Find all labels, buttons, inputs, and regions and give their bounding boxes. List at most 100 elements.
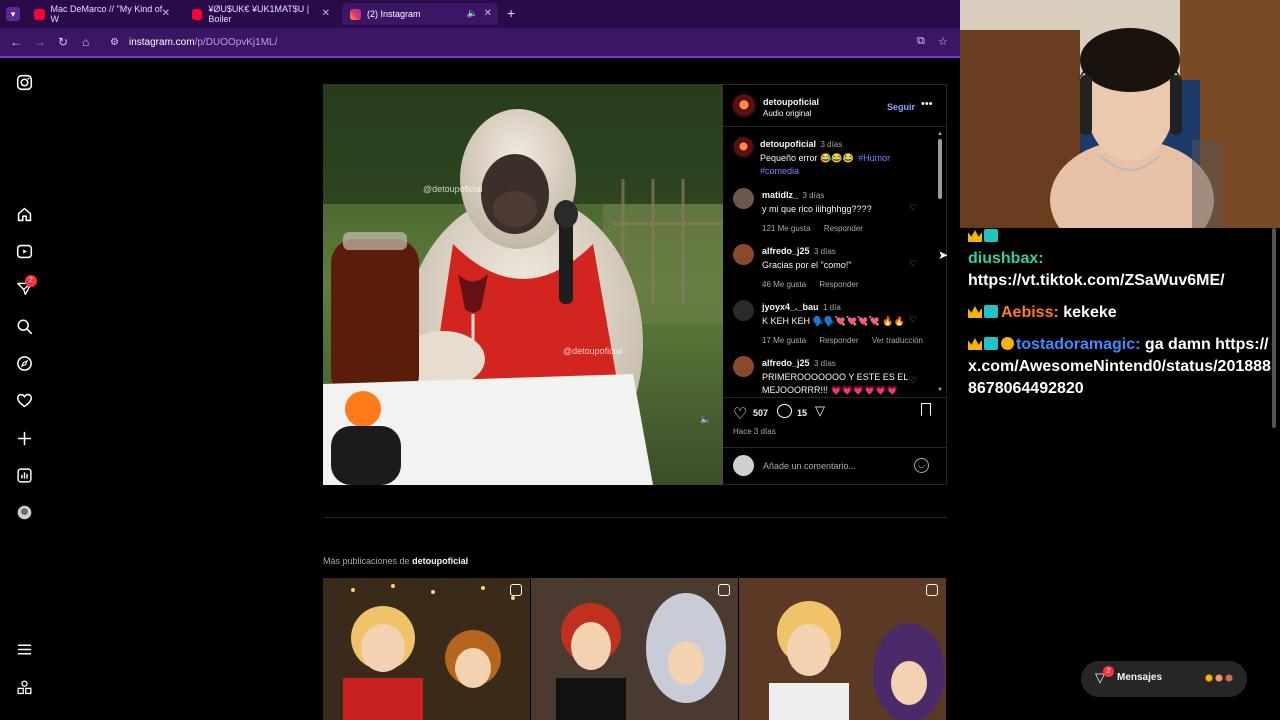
scrollbar-thumb[interactable]: [938, 139, 942, 199]
also-from-meta-icon[interactable]: [14, 677, 34, 697]
create-plus-icon[interactable]: [14, 428, 34, 448]
profile-avatar[interactable]: [14, 502, 34, 522]
browser-tab-3[interactable]: (2) Instagram 🔈 ✕: [342, 3, 498, 25]
like-comment-heart-icon[interactable]: ♡: [909, 314, 917, 325]
caption-username[interactable]: detoupoficial: [760, 139, 816, 149]
bookmark-star-icon[interactable]: ☆: [938, 35, 948, 48]
forward-arrow-icon[interactable]: →: [34, 35, 46, 49]
watermark: @detoupoficial: [423, 184, 483, 194]
watermark: @detoupoficial: [563, 346, 623, 356]
instagram-logo-icon[interactable]: [14, 72, 34, 92]
chat-scrollbar[interactable]: [1272, 228, 1276, 428]
add-comment-row: Añade un comentario... ◡: [723, 447, 946, 485]
comment-username[interactable]: alfredo_j25: [762, 358, 810, 368]
post-thumbnail[interactable]: [739, 578, 946, 720]
reload-icon[interactable]: ↻: [58, 35, 68, 49]
follow-button[interactable]: Seguir: [887, 102, 915, 112]
emoji-icon[interactable]: ◡: [914, 458, 929, 473]
screenshot-icon[interactable]: ⧉: [917, 35, 925, 48]
hashtag-link[interactable]: #comedia: [760, 166, 799, 176]
like-comment-heart-icon[interactable]: ♡: [909, 202, 917, 213]
author-username[interactable]: detoupoficial: [763, 97, 819, 107]
author-avatar[interactable]: [732, 94, 756, 118]
youtube-icon: [192, 8, 203, 20]
audio-label[interactable]: Audio original: [763, 109, 811, 118]
new-tab-button[interactable]: +: [507, 5, 515, 21]
comment-time: 3 días: [813, 359, 836, 368]
reply-link[interactable]: Responder: [819, 336, 858, 345]
back-arrow-icon[interactable]: ←: [10, 35, 22, 49]
reel-icon: [510, 584, 522, 596]
chat-username[interactable]: tostadoramagic:: [1016, 336, 1140, 353]
comment-likes[interactable]: 121 Me gusta: [762, 224, 810, 233]
user-avatar: [733, 455, 754, 476]
commenter-avatar[interactable]: [733, 356, 754, 377]
like-heart-icon[interactable]: ♡: [733, 404, 747, 424]
chat-message: diushbax: https://vt.tiktok.com/ZSaWuv6M…: [968, 248, 1272, 292]
comment-text: K KEH KEH 🗣️🗣️💘💘💘💘 🔥🔥: [762, 316, 905, 326]
browser-tab-bar: ▾ Mac DeMarco // "My Kind of W ✕ ¥ØU$UK€…: [0, 0, 960, 28]
reply-link[interactable]: Responder: [824, 224, 863, 233]
author-avatar[interactable]: [733, 137, 754, 158]
scroll-up-arrow-icon[interactable]: ▲: [937, 131, 943, 137]
comment-username[interactable]: jyoyx4_._bau: [762, 302, 819, 312]
direct-messages-icon[interactable]: 2: [14, 275, 37, 298]
see-translation-link[interactable]: Ver traducción: [872, 336, 923, 345]
menu-hamburger-icon[interactable]: [14, 639, 34, 659]
add-comment-input[interactable]: Añade un comentario...: [763, 461, 856, 471]
thumbnail-image: [531, 578, 738, 720]
home-icon[interactable]: [14, 204, 34, 224]
browser-tab-1[interactable]: Mac DeMarco // "My Kind of W ✕: [26, 3, 176, 25]
site-info-icon[interactable]: ⚙: [110, 37, 119, 48]
post-comments-panel: detoupoficial Audio original Seguir ••• …: [723, 84, 947, 485]
post-thumbnail[interactable]: [531, 578, 738, 720]
reply-link[interactable]: Responder: [819, 280, 858, 289]
url-path: /p/DUOOpvKj1ML/: [194, 37, 278, 48]
stream-chat: diushbax: https://vt.tiktok.com/ZSaWuv6M…: [960, 228, 1280, 720]
thumbnail-image: [323, 578, 530, 720]
post-thumbnail[interactable]: [323, 578, 530, 720]
search-icon[interactable]: [14, 316, 34, 336]
share-icon[interactable]: ▽: [815, 403, 825, 419]
likes-count[interactable]: 507: [753, 408, 768, 418]
post-header: detoupoficial Audio original Seguir •••: [723, 85, 946, 127]
commenter-avatar[interactable]: [733, 188, 754, 209]
hashtag-link[interactable]: #Humor: [858, 153, 890, 163]
comments-scrollbar[interactable]: ▲ ▼: [937, 131, 943, 393]
speaker-icon[interactable]: 🔈: [467, 8, 478, 19]
tab-list-chevron-icon[interactable]: ▾: [6, 7, 20, 21]
chat-username[interactable]: diushbax:: [968, 250, 1044, 267]
scroll-down-arrow-icon[interactable]: ▼: [937, 387, 943, 393]
address-bar[interactable]: instagram.com/p/DUOOpvKj1ML/: [129, 37, 277, 48]
explore-compass-icon[interactable]: [14, 353, 34, 373]
browser-tab-2[interactable]: ¥ØU$UK€ ¥UK1MAT$U | Boiler ✕: [184, 3, 336, 25]
comment-bubble-icon[interactable]: [777, 404, 792, 418]
messages-button[interactable]: ▽ 2 Mensajes: [1081, 661, 1247, 697]
notifications-heart-icon[interactable]: [14, 390, 34, 410]
crown-badge-icon: [968, 338, 982, 350]
save-bookmark-icon[interactable]: [921, 403, 931, 416]
close-tab-icon[interactable]: ✕: [322, 8, 330, 19]
like-comment-heart-icon[interactable]: ♡: [909, 258, 917, 269]
chat-text[interactable]: https://vt.tiktok.com/ZSaWuv6ME/: [968, 272, 1225, 289]
chat-username[interactable]: Aebiss:: [1001, 304, 1059, 321]
like-comment-heart-icon[interactable]: ♡: [909, 375, 917, 386]
mute-icon[interactable]: 🔈: [700, 414, 711, 425]
comment-username[interactable]: alfredo_j25: [762, 246, 810, 256]
home-icon[interactable]: ⌂: [82, 35, 89, 49]
more-posts-username[interactable]: detoupoficial: [412, 556, 468, 566]
close-tab-icon[interactable]: ✕: [162, 8, 170, 19]
comments-count[interactable]: 15: [797, 408, 807, 418]
commenter-avatar[interactable]: [733, 300, 754, 321]
subscriber-badge-icon: [984, 229, 998, 242]
post-video[interactable]: @detoupoficial @detoupoficial 🔈: [323, 84, 723, 485]
more-posts-prefix: Más publicaciones de: [323, 556, 410, 566]
comment-likes[interactable]: 46 Me gusta: [762, 280, 806, 289]
more-options-icon[interactable]: •••: [921, 98, 933, 110]
comment-likes[interactable]: 17 Me gusta: [762, 336, 806, 345]
dashboard-icon[interactable]: [14, 465, 34, 485]
reels-icon[interactable]: [14, 241, 34, 261]
comment-username[interactable]: matidlz_: [762, 190, 798, 200]
close-tab-icon[interactable]: ✕: [484, 8, 492, 19]
commenter-avatar[interactable]: [733, 244, 754, 265]
